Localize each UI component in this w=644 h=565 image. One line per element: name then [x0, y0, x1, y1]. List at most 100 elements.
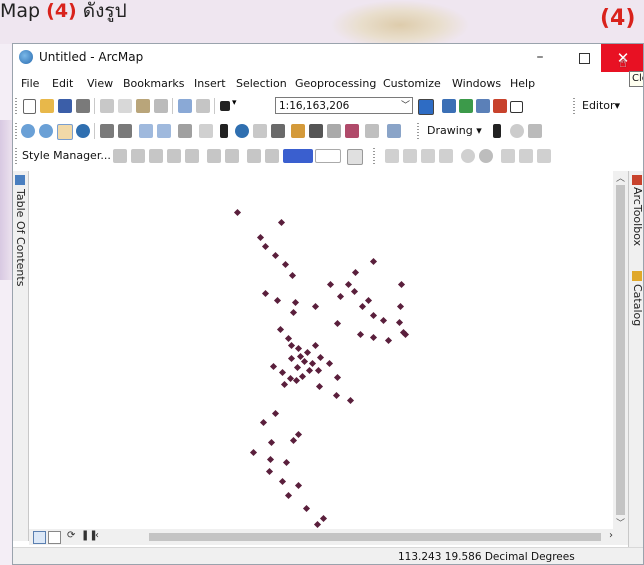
map-point-feature[interactable] — [333, 373, 342, 382]
style-tool-7-icon[interactable] — [225, 149, 239, 163]
map-point-feature[interactable] — [284, 491, 293, 500]
forward-extent-icon[interactable] — [157, 124, 171, 138]
print-icon[interactable] — [76, 99, 90, 113]
select-features-icon[interactable] — [178, 124, 192, 138]
map-point-feature[interactable] — [271, 409, 280, 418]
style-tool-2-icon[interactable] — [131, 149, 145, 163]
catalog-tab[interactable]: Catalog — [630, 284, 643, 344]
style-tool-8-icon[interactable] — [247, 149, 261, 163]
html-popup-icon[interactable] — [271, 124, 285, 138]
style-tool-6-icon[interactable] — [207, 149, 221, 163]
hyperlink-icon[interactable] — [253, 124, 267, 138]
style-tool-4-icon[interactable] — [167, 149, 181, 163]
style-tool-9-icon[interactable] — [265, 149, 279, 163]
identify-icon[interactable] — [235, 124, 249, 138]
scroll-left-icon[interactable]: ‹ — [95, 530, 99, 541]
menu-windows[interactable]: Windows — [452, 77, 501, 90]
toolbar-grip[interactable] — [417, 123, 419, 139]
map-point-feature[interactable] — [325, 359, 334, 368]
go-to-xy-icon[interactable] — [345, 124, 359, 138]
scroll-up-icon[interactable]: ︿ — [616, 171, 625, 184]
menu-insert[interactable]: Insert — [194, 77, 226, 90]
map-point-feature[interactable] — [249, 448, 258, 457]
style-tool-14-icon[interactable] — [439, 149, 453, 163]
map-point-feature[interactable] — [326, 280, 335, 289]
map-point-feature[interactable] — [401, 330, 410, 339]
map-point-feature[interactable] — [396, 302, 405, 311]
table-of-contents-tab[interactable]: Table Of Contents — [13, 171, 29, 541]
menu-view[interactable]: View — [87, 77, 113, 90]
map-point-feature[interactable] — [351, 268, 360, 277]
map-point-feature[interactable] — [261, 242, 270, 251]
map-point-feature[interactable] — [369, 257, 378, 266]
map-point-feature[interactable] — [369, 333, 378, 342]
map-point-feature[interactable] — [269, 362, 278, 371]
undo-icon[interactable] — [178, 99, 192, 113]
scroll-right-icon[interactable]: › — [609, 530, 613, 541]
delete-icon[interactable] — [154, 99, 168, 113]
map-point-feature[interactable] — [379, 316, 388, 325]
menu-customize[interactable]: Customize — [383, 77, 441, 90]
python-window-icon[interactable] — [510, 101, 523, 113]
map-point-feature[interactable] — [300, 357, 309, 366]
map-point-feature[interactable] — [282, 458, 291, 467]
search-window-icon[interactable] — [476, 99, 490, 113]
style-manager-button[interactable]: Style Manager... — [22, 149, 111, 162]
map-point-feature[interactable] — [281, 260, 290, 269]
style-tool-18-icon[interactable] — [519, 149, 533, 163]
style-tool-13-icon[interactable] — [421, 149, 435, 163]
color-picker-icon[interactable] — [283, 149, 313, 163]
editor-menu[interactable]: Editor▾ — [582, 99, 620, 112]
map-point-feature[interactable] — [259, 418, 268, 427]
style-tool-15-icon[interactable] — [461, 149, 475, 163]
copy-icon[interactable] — [118, 99, 132, 113]
zoom-out-icon[interactable] — [39, 124, 53, 138]
menu-geoprocessing[interactable]: Geoprocessing — [295, 77, 376, 90]
zoom-in-icon[interactable] — [21, 124, 35, 138]
select-elements-icon[interactable] — [220, 124, 228, 138]
arctoolbox-tab[interactable]: ArcToolbox — [630, 187, 643, 267]
vertical-scroll-thumb[interactable] — [616, 185, 625, 515]
style-dropdown[interactable] — [315, 149, 341, 163]
map-point-feature[interactable] — [278, 368, 287, 377]
map-point-feature[interactable] — [350, 287, 359, 296]
scroll-down-icon[interactable]: ﹀ — [616, 516, 625, 529]
clear-selection-icon[interactable] — [199, 124, 213, 138]
map-point-feature[interactable] — [336, 292, 345, 301]
map-point-feature[interactable] — [305, 366, 314, 375]
map-point-feature[interactable] — [369, 311, 378, 320]
map-point-feature[interactable] — [332, 391, 341, 400]
map-point-feature[interactable] — [271, 251, 280, 260]
map-point-feature[interactable] — [303, 348, 312, 357]
map-point-feature[interactable] — [293, 363, 302, 372]
add-data-icon[interactable] — [220, 101, 230, 111]
map-point-feature[interactable] — [315, 382, 324, 391]
map-point-feature[interactable] — [280, 380, 289, 389]
map-point-feature[interactable] — [344, 280, 353, 289]
map-point-feature[interactable] — [364, 296, 373, 305]
new-rectangle-icon[interactable] — [528, 124, 542, 138]
full-extent-icon[interactable] — [76, 124, 90, 138]
map-point-feature[interactable] — [395, 318, 404, 327]
style-tool-17-icon[interactable] — [501, 149, 515, 163]
catalog-icon[interactable] — [459, 99, 473, 113]
drawing-menu[interactable]: Drawing ▾ — [427, 124, 482, 137]
arctoolbox-icon[interactable] — [493, 99, 507, 113]
map-point-feature[interactable] — [294, 430, 303, 439]
minimize-button[interactable]: – — [525, 48, 555, 68]
measure-icon[interactable] — [291, 124, 305, 138]
style-tool-3-icon[interactable] — [149, 149, 163, 163]
menu-bookmarks[interactable]: Bookmarks — [123, 77, 184, 90]
redo-icon[interactable] — [196, 99, 210, 113]
map-point-feature[interactable] — [356, 330, 365, 339]
style-tool-11-icon[interactable] — [385, 149, 399, 163]
map-point-feature[interactable] — [278, 477, 287, 486]
viewer-window-icon[interactable] — [387, 124, 401, 138]
map-point-feature[interactable] — [265, 467, 274, 476]
toolbar-grip[interactable] — [573, 98, 575, 114]
map-point-feature[interactable] — [233, 208, 242, 217]
map-point-feature[interactable] — [397, 280, 406, 289]
style-tool-12-icon[interactable] — [403, 149, 417, 163]
map-point-feature[interactable] — [276, 325, 285, 334]
map-point-feature[interactable] — [273, 296, 282, 305]
